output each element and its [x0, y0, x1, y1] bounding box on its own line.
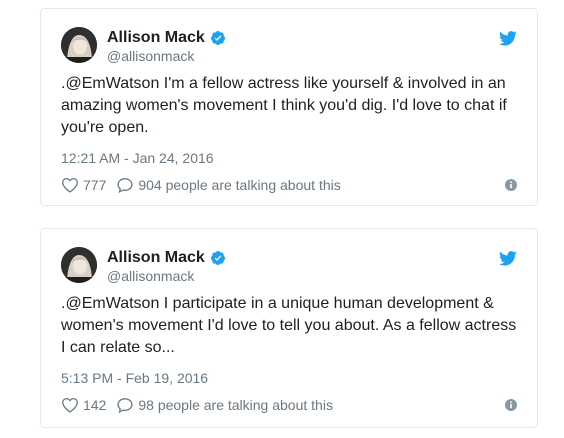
heart-icon[interactable] [61, 397, 79, 413]
talking-count: 904 people are talking about this [138, 177, 341, 193]
heart-icon[interactable] [61, 177, 79, 193]
tweet-timestamp[interactable]: 12:21 AM - Jan 24, 2016 [61, 150, 214, 166]
tweet-actions: 777 904 people are talking about this [61, 177, 517, 193]
verified-badge-icon [210, 250, 226, 266]
author-name-line: Allison Mack [107, 29, 226, 47]
info-icon[interactable] [505, 399, 517, 411]
avatar[interactable] [61, 247, 97, 283]
talking-count: 98 people are talking about this [138, 397, 333, 413]
author-handle[interactable]: @allisonmack [107, 48, 194, 64]
twitter-bird-icon[interactable] [499, 31, 517, 46]
tweet-text: .@EmWatson I participate in a unique hum… [61, 295, 517, 356]
tweet-card[interactable]: Allison Mack @allisonmack .@EmWatson I'm… [40, 8, 538, 206]
tweet-card[interactable]: Allison Mack @allisonmack .@EmWatson I p… [40, 228, 538, 428]
reply-bubble-icon[interactable] [116, 177, 134, 193]
author-name-line: Allison Mack [107, 249, 226, 267]
verified-badge-icon [210, 30, 226, 46]
like-count: 142 [83, 397, 107, 413]
display-name[interactable]: Allison Mack [107, 29, 205, 47]
author-handle[interactable]: @allisonmack [107, 268, 194, 284]
display-name[interactable]: Allison Mack [107, 249, 205, 267]
reply-action[interactable]: 904 people are talking about this [116, 177, 341, 193]
like-action[interactable]: 777 [61, 177, 106, 193]
twitter-bird-icon[interactable] [499, 251, 517, 266]
reply-action[interactable]: 98 people are talking about this [116, 397, 333, 413]
like-action[interactable]: 142 [61, 397, 106, 413]
tweet-actions: 142 98 people are talking about this [61, 397, 517, 413]
tweet-timestamp[interactable]: 5:13 PM - Feb 19, 2016 [61, 370, 208, 386]
info-icon[interactable] [505, 179, 517, 191]
reply-bubble-icon[interactable] [116, 397, 134, 413]
avatar[interactable] [61, 27, 97, 63]
tweet-text: .@EmWatson I'm a fellow actress like you… [61, 75, 507, 136]
like-count: 777 [83, 177, 107, 193]
